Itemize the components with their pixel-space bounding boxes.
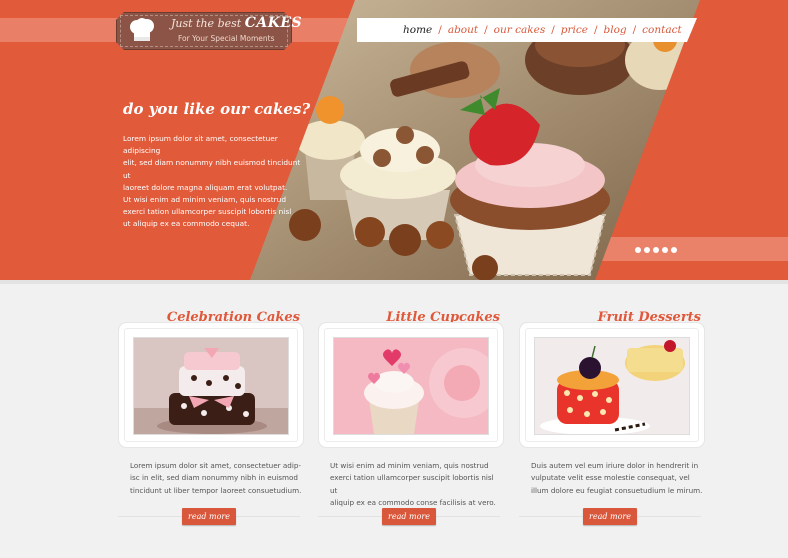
slider-dot[interactable] [635, 247, 641, 253]
feature-title[interactable]: Fruit Desserts [598, 310, 701, 325]
site-logo[interactable]: Just the best CAKES For Your Special Mom… [116, 12, 302, 50]
slider-dot[interactable] [671, 247, 677, 253]
nav-separator: / [438, 24, 442, 36]
nav-separator: / [484, 24, 488, 36]
photo-frame [324, 328, 498, 442]
slider-band [588, 237, 788, 261]
hero-text: Lorem ipsum dolor sit amet, consectetuer… [123, 134, 301, 229]
nav-our-cakes[interactable]: our cakes [494, 24, 546, 36]
photo-frame [124, 328, 298, 442]
hero-divider [0, 280, 788, 284]
read-more-button[interactable]: read more [182, 508, 236, 525]
nav-contact[interactable]: contact [642, 24, 682, 36]
nav-price[interactable]: price [561, 24, 588, 36]
chef-hat-icon [130, 18, 154, 41]
hero-title: do you like our cakes? [123, 100, 311, 118]
feature-description: Lorem ipsum dolor sit amet, consectetuer… [130, 461, 302, 495]
fruit-dessert-photo[interactable] [534, 337, 690, 435]
main-nav: home / about / our cakes / price / blog … [357, 18, 697, 42]
slider-pagination [635, 247, 677, 253]
feature-title[interactable]: Celebration Cakes [167, 310, 300, 325]
cupcake-photo[interactable] [333, 337, 489, 435]
nav-separator: / [632, 24, 637, 36]
slider-dot[interactable] [662, 247, 668, 253]
logo-title: Just the best CAKES [171, 15, 303, 31]
nav-blog[interactable]: blog [604, 24, 627, 36]
photo-frame [525, 328, 699, 442]
feature-fruit-desserts: Fruit Desserts Duis autem vel eum iriure… [519, 300, 719, 540]
feature-description: Ut wisi enim ad minim veniam, quis nostr… [330, 461, 496, 507]
nav-about[interactable]: about [448, 24, 478, 36]
hero-banner: Just the best CAKES For Your Special Mom… [0, 0, 788, 280]
slider-dot[interactable] [653, 247, 659, 253]
read-more-button[interactable]: read more [583, 508, 637, 525]
nav-separator: / [551, 24, 555, 36]
nav-separator: / [593, 24, 598, 36]
slider-dot[interactable] [644, 247, 650, 253]
logo-subtitle: For Your Special Moments [178, 34, 275, 43]
celebration-cake-photo[interactable] [133, 337, 289, 435]
nav-home[interactable]: home [403, 24, 432, 36]
feature-little-cupcakes: Little Cupcakes Ut wisi enim ad minim ve… [318, 300, 518, 540]
feature-description: Duis autem vel eum iriure dolor in hendr… [531, 461, 703, 495]
feature-celebration-cakes: Celebration Cakes Lorem ipsum dolor sit … [118, 300, 318, 540]
read-more-button[interactable]: read more [382, 508, 436, 525]
feature-title[interactable]: Little Cupcakes [386, 310, 500, 325]
